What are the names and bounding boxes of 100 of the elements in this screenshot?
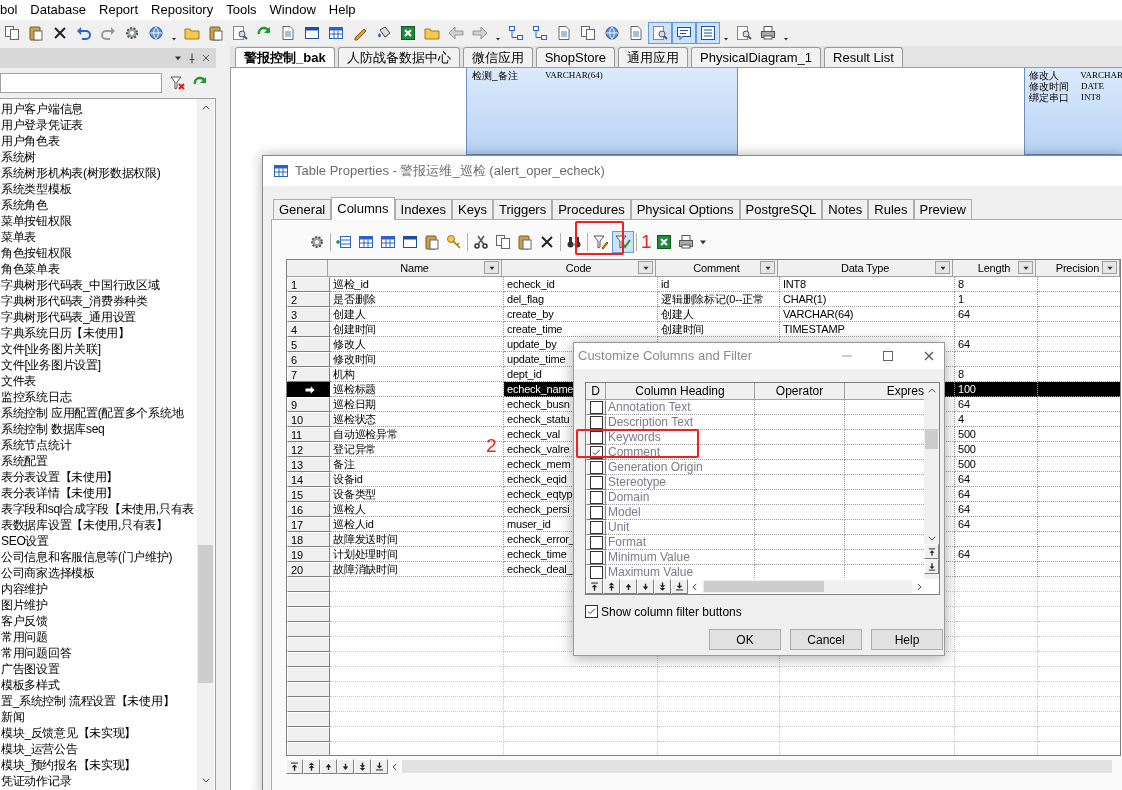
tree-item[interactable]: 系统配置 <box>1 454 48 468</box>
scrollbar[interactable] <box>924 383 939 579</box>
tree-item[interactable]: 模块_运营公告 <box>1 742 78 756</box>
maximize-icon[interactable] <box>880 348 896 364</box>
toolbar-overflow-icon[interactable] <box>170 35 178 43</box>
row-header[interactable]: 9 <box>287 397 330 412</box>
window-icon[interactable] <box>402 234 418 250</box>
menu-item[interactable]: Database <box>30 0 86 20</box>
scroll-to-bottom-button[interactable] <box>924 559 939 574</box>
tree-item[interactable]: 公司商家选择模板 <box>1 566 95 580</box>
tab[interactable]: Physical Options <box>630 199 740 219</box>
tree-item[interactable]: 模板多样式 <box>1 678 60 692</box>
properties-icon[interactable] <box>309 234 325 250</box>
tree-item[interactable]: 用户客户端信息 <box>1 102 83 116</box>
chevron-left-icon[interactable] <box>690 581 700 592</box>
document-tab[interactable]: ShopStore <box>535 47 616 67</box>
tab[interactable]: PostgreSQL <box>739 199 823 219</box>
spreadsheet-icon[interactable] <box>400 25 416 41</box>
move-button[interactable] <box>637 579 654 594</box>
tab[interactable]: Rules <box>868 199 914 219</box>
column-header[interactable]: Comment <box>656 260 778 277</box>
tree-item[interactable]: 菜单按钮权限 <box>1 214 72 228</box>
chevron-left-icon[interactable] <box>390 761 400 772</box>
key-icon[interactable] <box>446 234 462 250</box>
tree-item[interactable]: 系统角色 <box>1 198 48 212</box>
tab[interactable]: Keys <box>452 199 493 219</box>
row-header[interactable]: 16 <box>287 502 330 517</box>
scrollbar-thumb[interactable] <box>198 545 213 683</box>
scrollbar-thumb[interactable] <box>704 581 824 592</box>
move-button[interactable] <box>337 759 354 774</box>
tree-item[interactable]: 菜单表 <box>1 230 37 244</box>
row-header[interactable]: 18 <box>287 532 330 547</box>
tree-item[interactable]: 新闻 <box>1 710 25 724</box>
chevron-down-icon[interactable] <box>926 533 937 543</box>
column-header[interactable]: Operator <box>755 383 845 400</box>
tree-item[interactable]: 用户角色表 <box>1 134 60 148</box>
menu-item[interactable]: Tools <box>226 0 257 20</box>
tab[interactable]: Procedures <box>552 199 631 219</box>
move-button[interactable] <box>286 759 303 774</box>
tree-item[interactable]: 表分表设置【未使用】 <box>1 470 118 484</box>
move-button[interactable] <box>371 759 388 774</box>
folder-icon[interactable] <box>184 25 200 41</box>
clipboard-icon[interactable] <box>208 25 224 41</box>
tree-item[interactable]: 系统树形机构表(树形数据权限) <box>1 166 161 180</box>
scrollbar[interactable] <box>702 580 912 593</box>
chevron-up-icon[interactable] <box>926 386 937 396</box>
move-button[interactable] <box>320 759 337 774</box>
cut-icon[interactable] <box>473 234 489 250</box>
toolbar-overflow-icon[interactable] <box>494 35 502 43</box>
close-icon[interactable] <box>200 52 212 64</box>
add-row-icon[interactable] <box>336 234 352 250</box>
dialog-button[interactable]: Cancel <box>790 629 862 650</box>
tree-item[interactable]: 字典树形代码表_消费券种类 <box>1 294 148 308</box>
filter-dropdown-button[interactable] <box>638 261 653 274</box>
search-field[interactable] <box>0 73 162 93</box>
move-button[interactable] <box>620 579 637 594</box>
row-header[interactable]: 1 <box>287 277 330 292</box>
tree-item[interactable]: 广告图设置 <box>1 662 60 676</box>
filter-dropdown-button[interactable] <box>484 261 499 274</box>
menu-item[interactable]: bol <box>0 0 18 20</box>
document-tab[interactable]: 通用应用 <box>618 47 689 67</box>
delete-icon[interactable] <box>52 25 68 41</box>
tree-item[interactable]: 内容维护 <box>1 582 48 596</box>
tab[interactable]: Columns <box>331 197 395 220</box>
move-button[interactable] <box>586 579 603 594</box>
tree-item[interactable]: 字典系统日历【未使用】 <box>1 326 130 340</box>
tab[interactable]: Preview <box>913 199 972 219</box>
tab[interactable]: General <box>273 199 332 219</box>
tree-item[interactable]: 常用问题 <box>1 630 48 644</box>
row-header[interactable]: 19 <box>287 547 330 562</box>
column-header[interactable]: Code <box>502 260 656 277</box>
dialog-button[interactable]: OK <box>709 629 781 650</box>
globe-icon[interactable] <box>604 25 620 41</box>
paste-icon[interactable] <box>28 25 44 41</box>
table-icon[interactable] <box>380 234 396 250</box>
globe-icon[interactable] <box>148 25 164 41</box>
move-button[interactable] <box>303 759 320 774</box>
menu-item[interactable]: Repository <box>151 0 214 20</box>
row-header[interactable]: 12 <box>287 442 330 457</box>
row-header[interactable]: 6 <box>287 352 330 367</box>
tree-item[interactable]: 角色菜单表 <box>1 262 60 276</box>
gear-icon[interactable] <box>124 25 140 41</box>
move-button[interactable] <box>354 759 371 774</box>
printer-icon[interactable] <box>760 25 776 41</box>
tab[interactable]: Indexes <box>394 199 453 219</box>
tree-item[interactable]: 公司信息和客服信息等(门户维护) <box>1 550 173 564</box>
row-header[interactable]: 17 <box>287 517 330 532</box>
scrollbar-thumb[interactable] <box>925 429 938 449</box>
tree-item[interactable]: 文件[业务图片设置] <box>1 358 101 372</box>
copy-icon[interactable] <box>4 25 20 41</box>
row-header[interactable]: 10 <box>287 412 330 427</box>
row-header[interactable]: 5 <box>287 337 330 352</box>
tree-item[interactable]: 表字段和sql合成字段【未使用,只有表 <box>1 502 194 516</box>
column-header[interactable]: Column Heading <box>606 383 755 400</box>
filter-dropdown-button[interactable] <box>1018 261 1033 274</box>
pages-icon[interactable] <box>580 25 596 41</box>
row-header[interactable]: 14 <box>287 472 330 487</box>
clear-filter-icon[interactable] <box>170 75 186 91</box>
scroll-to-top-button[interactable] <box>924 544 939 559</box>
menu-item[interactable]: Report <box>99 0 139 20</box>
